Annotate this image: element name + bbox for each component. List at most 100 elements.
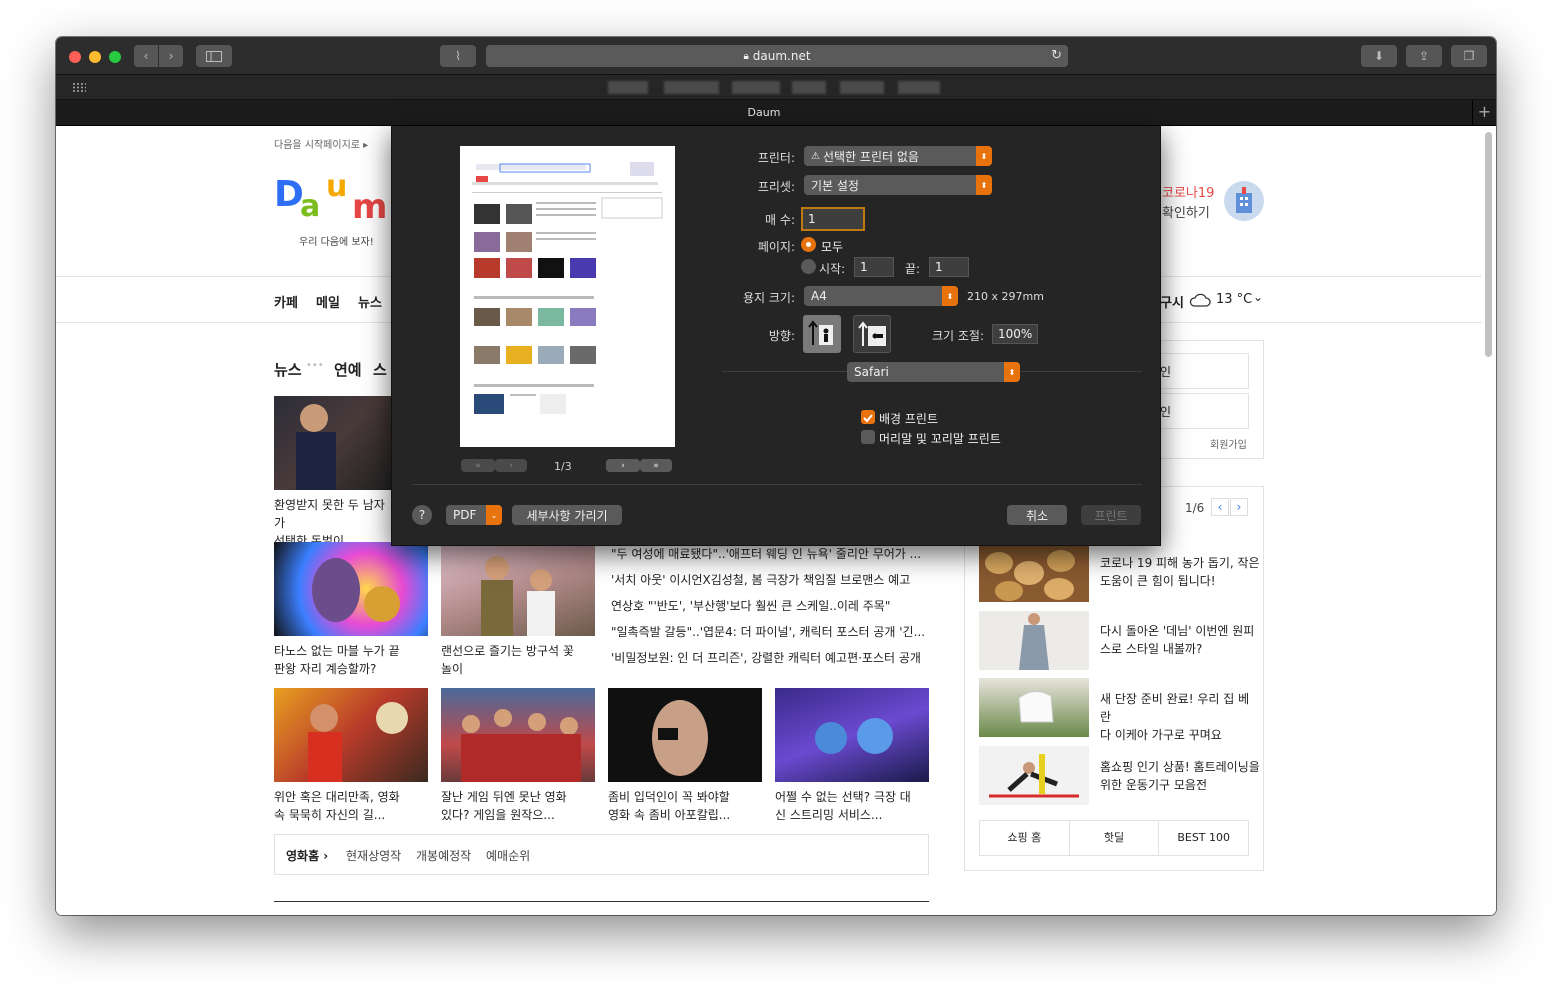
- copies-field[interactable]: 1: [801, 207, 865, 231]
- weather-city[interactable]: 구시: [1160, 292, 1184, 311]
- pages-from-field[interactable]: 1: [854, 257, 894, 277]
- print-backgrounds-checkbox[interactable]: [861, 410, 875, 424]
- printer-popup[interactable]: ⚠ 선택한 프린터 없음 ⬍: [804, 146, 992, 166]
- news-thumbnail[interactable]: [441, 688, 595, 782]
- preview-first-page-button[interactable]: «: [461, 459, 495, 472]
- news-caption[interactable]: 좀비 입덕인이 꼭 봐야할 영화 속 좀비 아포칼립...: [608, 788, 762, 824]
- tab-sports[interactable]: 스: [373, 359, 387, 380]
- app-section-popup[interactable]: Safari ⬍: [847, 362, 1020, 382]
- start-page-link[interactable]: 다음을 시작페이지로 ▸: [274, 136, 368, 151]
- print-headers-checkbox[interactable]: [861, 430, 875, 444]
- signup-link[interactable]: 회원가입: [1210, 436, 1247, 451]
- print-backgrounds-label[interactable]: 배경 프린트: [879, 410, 938, 427]
- shop-tab-hotdeal[interactable]: 핫딜: [1070, 821, 1160, 855]
- shop-caption[interactable]: 새 단장 준비 완료! 우리 집 베란 다 이케아 가구로 꾸며요: [1100, 690, 1260, 744]
- news-thumbnail[interactable]: [608, 688, 762, 782]
- shop-next-button[interactable]: ›: [1230, 498, 1248, 516]
- grid-icon[interactable]: [72, 82, 86, 93]
- login-button-1[interactable]: 인: [1154, 353, 1249, 389]
- new-tab-button[interactable]: +: [1472, 100, 1496, 126]
- page-scrollbar[interactable]: [1485, 132, 1492, 357]
- orientation-landscape-button[interactable]: [853, 315, 891, 353]
- help-button[interactable]: ?: [412, 505, 432, 525]
- address-bar[interactable]: 🔒︎ daum.net ↻: [486, 45, 1068, 67]
- news-headline[interactable]: "두 여성에 매료됐다"..'애프터 웨딩 인 뉴욕' 줄리안 무어가 ...: [611, 545, 921, 562]
- shop-thumbnail[interactable]: [979, 678, 1089, 737]
- news-headline[interactable]: '서치 아웃' 이시언X김성철, 봄 극장가 책임질 브로맨스 예고: [611, 571, 910, 588]
- pages-all-radio[interactable]: [801, 237, 816, 252]
- movie-link-now-showing[interactable]: 현재상영작: [346, 847, 401, 864]
- favorite-item-blurred[interactable]: [732, 81, 780, 94]
- print-headers-label[interactable]: 머리말 및 꼬리말 프린트: [879, 430, 1001, 447]
- favorite-item-blurred[interactable]: [792, 81, 826, 94]
- shop-tab-home[interactable]: 쇼핑 홈: [980, 821, 1070, 855]
- news-caption[interactable]: 위안 혹은 대리만족, 영화 속 묵묵히 자신의 길...: [274, 788, 428, 824]
- pdf-menu-button[interactable]: PDF ⌄: [446, 505, 502, 525]
- section-divider: [274, 901, 929, 902]
- pages-range-radio[interactable]: [801, 259, 816, 274]
- news-headline[interactable]: 연상호 "'반도', '부산행'보다 훨씬 큰 스케일..이레 주목": [611, 597, 890, 614]
- news-thumbnail[interactable]: [441, 542, 595, 636]
- zoom-window-button[interactable]: [109, 51, 121, 63]
- pages-to-field[interactable]: 1: [929, 257, 969, 277]
- preview-prev-page-button[interactable]: ‹: [495, 459, 527, 472]
- close-window-button[interactable]: [69, 51, 81, 63]
- news-headline[interactable]: '비밀정보원: 인 더 프리즌', 강렬한 캐릭터 예고편·포스터 공개: [611, 649, 921, 666]
- login-button-2[interactable]: 인: [1154, 393, 1249, 429]
- weather-temp[interactable]: 13 °C: [1216, 292, 1252, 307]
- nav-item-mail[interactable]: 메일: [316, 292, 340, 311]
- shop-tab-best100[interactable]: BEST 100: [1159, 821, 1248, 855]
- chevron-down-icon[interactable]: ⌄: [1253, 290, 1263, 304]
- shop-caption[interactable]: 홈쇼핑 인기 상품! 홈트레이닝을 위한 운동기구 모음전: [1100, 758, 1260, 794]
- news-headline[interactable]: "일촉즉발 갈등"..'엽문4: 더 파이널', 캐릭터 포스터 공개 '긴..…: [611, 623, 925, 640]
- favorite-item-blurred[interactable]: [664, 81, 719, 94]
- favorite-item-blurred[interactable]: [840, 81, 884, 94]
- scale-field[interactable]: 100%: [992, 324, 1038, 344]
- news-caption[interactable]: 잘난 게임 뒤엔 못난 영화 있다? 게임을 원작으...: [441, 788, 595, 824]
- orientation-portrait-button[interactable]: [803, 315, 841, 353]
- daum-logo[interactable]: D a u m: [274, 169, 394, 227]
- news-thumbnail[interactable]: [274, 688, 428, 782]
- forward-button[interactable]: ›: [159, 45, 183, 67]
- tab-entertainment[interactable]: 연예: [334, 359, 362, 380]
- minimize-window-button[interactable]: [89, 51, 101, 63]
- favorite-item-blurred[interactable]: [608, 81, 648, 94]
- back-button[interactable]: ‹: [134, 45, 158, 67]
- downloads-button[interactable]: ⬇: [1361, 45, 1397, 67]
- print-button[interactable]: 프린트: [1081, 505, 1141, 525]
- movie-link-ranking[interactable]: 예매순위: [486, 847, 530, 864]
- movie-home-link[interactable]: 영화홈 ›: [286, 847, 328, 864]
- covid-sub[interactable]: 확인하기: [1162, 202, 1210, 221]
- share-button[interactable]: ⇪: [1406, 45, 1442, 67]
- covid-title[interactable]: 코로나19: [1162, 182, 1214, 201]
- news-thumbnail[interactable]: [274, 542, 428, 636]
- sidebar-button[interactable]: [196, 45, 232, 67]
- news-caption[interactable]: 랜선으로 즐기는 방구석 꽃 놀이: [441, 642, 595, 678]
- preview-next-page-button[interactable]: ›: [606, 459, 640, 472]
- paper-size-popup[interactable]: A4 ⬍: [804, 286, 958, 306]
- hide-details-button[interactable]: 세부사항 가리기: [512, 505, 622, 525]
- shop-caption[interactable]: 코로나 19 피해 농가 돕기, 작은 도움이 큰 힘이 됩니다!: [1100, 554, 1260, 590]
- tabs-overview-button[interactable]: ❐: [1451, 45, 1487, 67]
- reader-button[interactable]: ⌇: [440, 45, 476, 67]
- news-thumbnail[interactable]: [274, 396, 391, 490]
- news-caption[interactable]: 어쩔 수 없는 선택? 극장 대신 스트리밍 서비스...: [775, 788, 929, 824]
- nav-item-cafe[interactable]: 카페: [274, 292, 298, 311]
- feather-icon: ⌇: [455, 49, 461, 63]
- shop-thumbnail[interactable]: [979, 611, 1089, 670]
- preset-popup[interactable]: 기본 설정 ⬍: [804, 175, 992, 195]
- news-thumbnail[interactable]: [775, 688, 929, 782]
- tab-daum[interactable]: Daum: [56, 106, 1472, 119]
- preview-last-page-button[interactable]: »: [640, 459, 672, 472]
- tab-news[interactable]: 뉴스: [274, 359, 302, 380]
- movie-link-upcoming[interactable]: 개봉예정작: [416, 847, 471, 864]
- news-caption[interactable]: 타노스 없는 마블 누가 끝 판왕 자리 계승할까?: [274, 642, 428, 678]
- shop-thumbnail[interactable]: [979, 746, 1089, 805]
- shop-caption[interactable]: 다시 돌아온 '데님' 이번엔 원피 스로 스타일 내볼까?: [1100, 622, 1260, 658]
- favorite-item-blurred[interactable]: [898, 81, 940, 94]
- nav-item-news[interactable]: 뉴스: [358, 292, 382, 311]
- shop-thumbnail[interactable]: [979, 543, 1089, 602]
- shop-prev-button[interactable]: ‹: [1211, 498, 1229, 516]
- cancel-button[interactable]: 취소: [1007, 505, 1067, 525]
- reload-icon[interactable]: ↻: [1051, 48, 1062, 63]
